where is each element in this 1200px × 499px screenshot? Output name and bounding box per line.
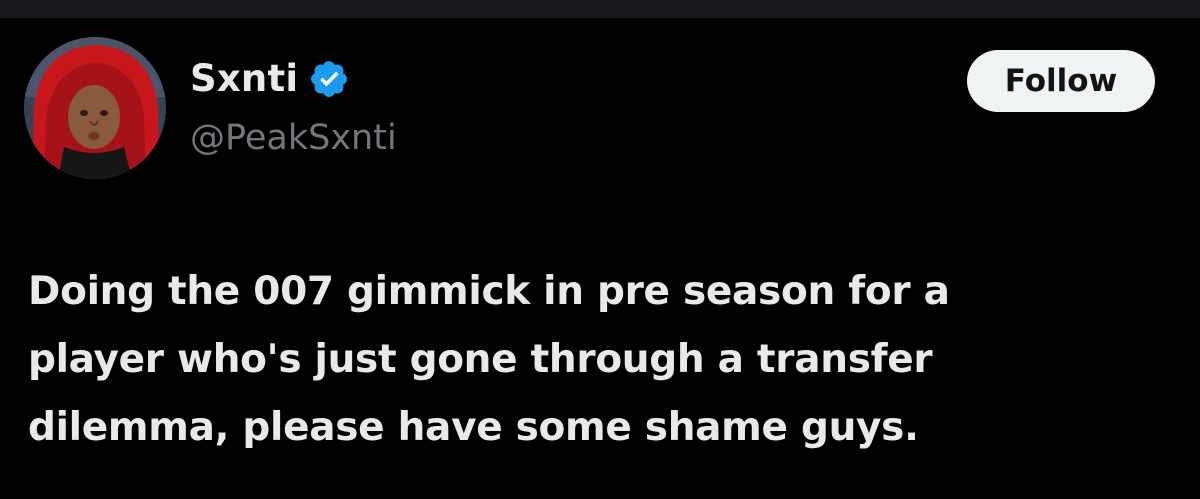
tweet-text-line: dilemma, please have some shame guys. bbox=[28, 405, 919, 450]
follow-button[interactable]: Follow bbox=[967, 50, 1155, 112]
tweet-text-line: Doing the 007 gimmick in pre season for … bbox=[28, 269, 950, 314]
top-divider-strip bbox=[0, 0, 1200, 18]
tweet-card: Sxnti @PeakSxnti Follow Doing the 007 gi… bbox=[0, 0, 1200, 499]
author-handle[interactable]: @PeakSxnti bbox=[190, 114, 397, 162]
author-avatar[interactable] bbox=[24, 37, 166, 179]
tweet-text: Doing the 007 gimmick in pre season for … bbox=[28, 258, 1168, 462]
author-name-row: Sxnti bbox=[190, 54, 350, 104]
tweet-text-line: player who's just gone through a transfe… bbox=[28, 337, 933, 382]
author-display-name[interactable]: Sxnti bbox=[190, 54, 298, 104]
avatar-person-red-hood-icon bbox=[24, 37, 166, 179]
verified-badge-icon bbox=[311, 61, 348, 97]
